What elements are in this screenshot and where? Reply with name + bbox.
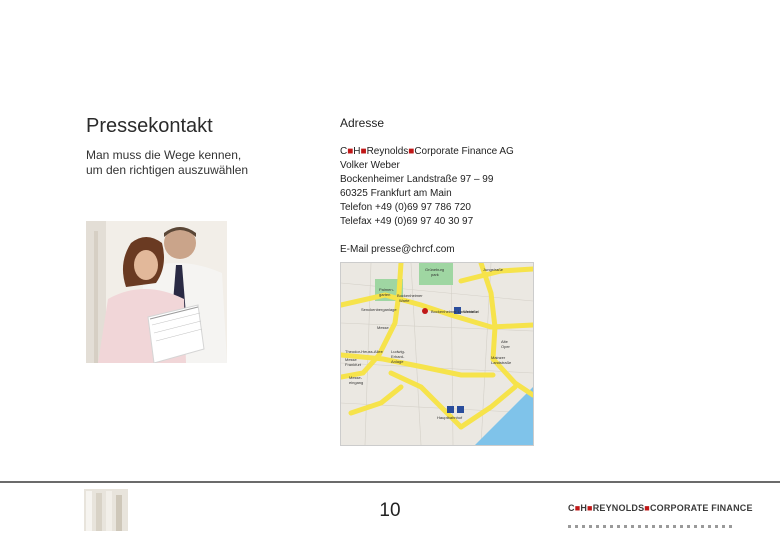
svg-text:Messe: Messe	[377, 325, 390, 330]
email-link[interactable]: E-Mail presse@chrcf.com	[340, 243, 455, 257]
contact-name: Volker Weber	[340, 160, 400, 171]
page-heading: Pressekontakt	[86, 115, 213, 137]
svg-text:Anlage: Anlage	[391, 359, 404, 364]
svg-text:Jungstraße: Jungstraße	[483, 267, 504, 272]
footer-divider	[0, 481, 780, 483]
svg-text:Hauptbahnhof: Hauptbahnhof	[437, 415, 463, 420]
subtitle-line-1: Man muss die Wege kennen,	[86, 148, 242, 162]
svg-text:Oper: Oper	[501, 344, 511, 349]
footer-thumbnail	[84, 489, 128, 531]
company-name: C■H■Reynolds■Corporate Finance AG	[340, 146, 514, 157]
location-map: Grüneburg park Jungstraße Palmen- garten…	[340, 262, 534, 446]
people-photo	[86, 221, 227, 363]
svg-text:Theodor-Heuss-Allee: Theodor-Heuss-Allee	[345, 349, 384, 354]
city-address: 60325 Frankfurt am Main	[340, 188, 452, 199]
svg-text:park: park	[431, 272, 439, 277]
svg-text:Senckenberganlage: Senckenberganlage	[361, 307, 397, 312]
phone-number: Telefon +49 (0)69 97 786 720	[340, 202, 471, 213]
svg-text:Warte: Warte	[399, 298, 410, 303]
svg-text:eingang: eingang	[349, 380, 363, 385]
subtitle-line-2: um den richtigen auszuwählen	[86, 163, 249, 177]
svg-text:Westend: Westend	[463, 309, 479, 314]
brand-tagline	[568, 515, 736, 528]
brand-logo: C■H■REYNOLDS■CORPORATE FINANCE	[568, 503, 753, 513]
svg-text:Landstraße: Landstraße	[491, 360, 512, 365]
fax-number: Telefax +49 (0)69 97 40 30 97	[340, 216, 474, 227]
svg-text:Frankfurt: Frankfurt	[345, 362, 362, 367]
street-address: Bockenheimer Landstraße 97 – 99	[340, 174, 494, 185]
address-heading: Adresse	[340, 116, 385, 130]
svg-text:garten: garten	[379, 292, 390, 297]
page-number: 10	[379, 500, 401, 521]
